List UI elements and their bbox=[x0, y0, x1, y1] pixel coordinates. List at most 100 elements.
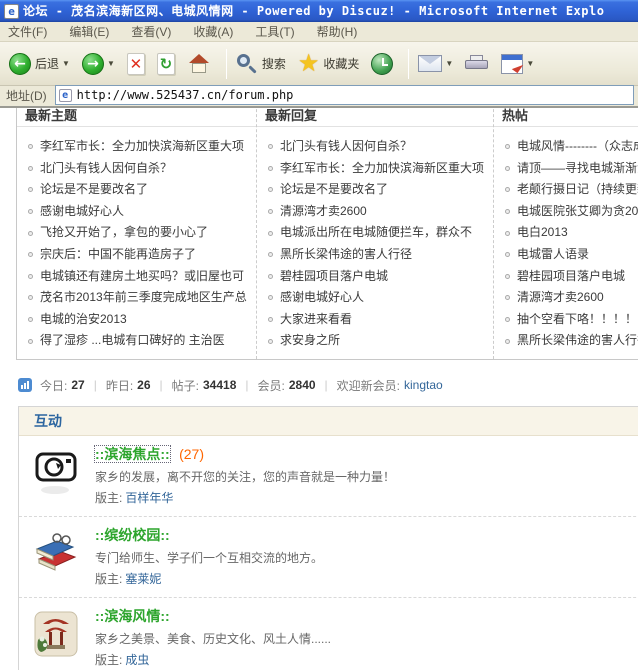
history-button[interactable] bbox=[368, 46, 396, 82]
forward-dropdown-icon[interactable]: ▼ bbox=[107, 59, 115, 68]
topic-item[interactable]: 老颠行摄日记（持续更新 bbox=[505, 179, 638, 201]
topic-link[interactable]: 清源湾才卖2600 bbox=[280, 201, 367, 223]
refresh-button[interactable]: ↻ bbox=[154, 46, 178, 82]
topic-item[interactable]: 北门头有钱人因何自杀？ bbox=[268, 136, 489, 158]
topic-item[interactable]: 论坛是不是要改名了 bbox=[268, 179, 489, 201]
topic-link[interactable]: 李红军市长：全力加快滨海新区重大项 bbox=[280, 158, 484, 180]
topic-item[interactable]: 电城派出所在电城随便拦车，群众不 bbox=[268, 222, 489, 244]
topic-item[interactable]: 电城镇还有建房土地买吗？或旧屋也可 bbox=[28, 266, 252, 288]
topic-link[interactable]: 清源湾才卖2600 bbox=[517, 287, 604, 309]
edit-button[interactable]: ▼ bbox=[498, 46, 537, 82]
section-header[interactable]: 互动 bbox=[19, 407, 638, 436]
topic-item[interactable]: 碧桂园项目落户电城 bbox=[268, 266, 489, 288]
menu-tools[interactable]: 工具(T) bbox=[255, 23, 294, 40]
topic-item[interactable]: 求安身之所 bbox=[268, 330, 489, 352]
topic-item[interactable]: 得了湿疹 ...电城有口碑好的 主治医 bbox=[28, 330, 252, 352]
topic-item[interactable]: 黑所长梁伟途的害人行径 bbox=[268, 244, 489, 266]
topic-item[interactable]: 请顶——寻找电城渐渐消 bbox=[505, 158, 638, 180]
forum-link-binhai-charm[interactable]: ::滨海风情:: bbox=[95, 608, 170, 624]
topic-item[interactable]: 宗庆后：中国不能再造房子了 bbox=[28, 244, 252, 266]
topic-link[interactable]: 电白2013 bbox=[517, 222, 568, 244]
topic-link[interactable]: 论坛是不是要改名了 bbox=[280, 179, 388, 201]
topic-item[interactable]: 电城风情--------（众志成 bbox=[505, 136, 638, 158]
pavilion-icon[interactable] bbox=[33, 610, 79, 658]
topic-link[interactable]: 电城医院张艾卿为贪20万 bbox=[517, 201, 638, 223]
camera-icon[interactable] bbox=[33, 448, 79, 496]
topic-link[interactable]: 老颠行摄日记（持续更新 bbox=[517, 179, 638, 201]
url-text[interactable]: http://www.525437.cn/forum.php bbox=[77, 88, 294, 102]
topic-item[interactable]: 电白2013 bbox=[505, 222, 638, 244]
mail-dropdown-icon[interactable]: ▼ bbox=[445, 59, 453, 68]
address-input[interactable]: e http://www.525437.cn/forum.php bbox=[55, 85, 634, 105]
topic-item[interactable]: 飞抢又开始了，拿包的要小心了 bbox=[28, 222, 252, 244]
section-title[interactable]: 互动 bbox=[34, 413, 62, 429]
topic-link[interactable]: 感谢电城好心人 bbox=[40, 201, 124, 223]
menu-view[interactable]: 查看(V) bbox=[131, 23, 171, 40]
forum-description: 专门给师生、学子们一个互相交流的地方。 bbox=[95, 550, 323, 566]
mail-button[interactable]: ▼ bbox=[415, 46, 456, 82]
newest-member-link[interactable]: kingtao bbox=[404, 378, 443, 392]
panel-header-latest-replies[interactable]: 最新回复 bbox=[257, 108, 493, 127]
moderator-link[interactable]: 塞莱妮 bbox=[125, 572, 161, 586]
favorites-button[interactable]: ★ 收藏夹 bbox=[295, 46, 363, 82]
topic-item[interactable]: 清源湾才卖2600 bbox=[268, 201, 489, 223]
topic-link[interactable]: 电城派出所在电城随便拦车，群众不 bbox=[280, 222, 472, 244]
topic-link[interactable]: 碧桂园项目落户电城 bbox=[517, 266, 625, 288]
menu-help[interactable]: 帮助(H) bbox=[317, 23, 358, 40]
topic-link[interactable]: 北门头有钱人因何自杀？ bbox=[40, 158, 172, 180]
topic-item[interactable]: 李红军市长：全力加快滨海新区重大项 bbox=[268, 158, 489, 180]
back-button[interactable]: ← 后退 ▼ bbox=[6, 46, 73, 82]
topic-link[interactable]: 感谢电城好心人 bbox=[280, 287, 364, 309]
topic-link[interactable]: 碧桂园项目落户电城 bbox=[280, 266, 388, 288]
topic-link[interactable]: 得了湿疹 ...电城有口碑好的 主治医 bbox=[40, 330, 225, 352]
topic-item[interactable]: 黑所长梁伟途的害人行径 bbox=[505, 330, 638, 352]
topic-item[interactable]: 碧桂园项目落户电城 bbox=[505, 266, 638, 288]
topic-link[interactable]: 黑所长梁伟途的害人行径 bbox=[280, 244, 412, 266]
topic-link[interactable]: 茂名市2013年前三季度完成地区生产总 bbox=[40, 287, 247, 309]
topic-link[interactable]: 飞抢又开始了，拿包的要小心了 bbox=[40, 222, 208, 244]
topic-link[interactable]: 宗庆后：中国不能再造房子了 bbox=[40, 244, 196, 266]
topic-item[interactable]: 电城雷人语录 bbox=[505, 244, 638, 266]
print-button[interactable] bbox=[462, 46, 492, 82]
menu-file[interactable]: 文件(F) bbox=[8, 23, 47, 40]
home-button[interactable] bbox=[184, 46, 214, 82]
panel-header-latest-topics[interactable]: 最新主题 bbox=[17, 108, 256, 127]
topic-item[interactable]: 北门头有钱人因何自杀？ bbox=[28, 158, 252, 180]
moderator-link[interactable]: 百样年华 bbox=[125, 491, 173, 505]
menu-edit[interactable]: 编辑(E) bbox=[69, 23, 109, 40]
topic-link[interactable]: 论坛是不是要改名了 bbox=[40, 179, 148, 201]
back-dropdown-icon[interactable]: ▼ bbox=[62, 59, 70, 68]
menu-favorites[interactable]: 收藏(A) bbox=[193, 23, 233, 40]
topic-link[interactable]: 电城雷人语录 bbox=[517, 244, 589, 266]
topic-link[interactable]: 电城风情--------（众志成 bbox=[517, 136, 638, 158]
topic-link[interactable]: 求安身之所 bbox=[280, 330, 340, 352]
topic-item[interactable]: 清源湾才卖2600 bbox=[505, 287, 638, 309]
panel-header-hot-posts[interactable]: 热帖 bbox=[494, 108, 638, 127]
topic-link[interactable]: 电城的治安2013 bbox=[40, 309, 127, 331]
topic-item[interactable]: 感谢电城好心人 bbox=[28, 201, 252, 223]
search-button[interactable]: 搜索 bbox=[233, 46, 289, 82]
forum-link-binhai-focus[interactable]: ::滨海焦点:: bbox=[95, 446, 170, 462]
today-count: 27 bbox=[71, 378, 84, 392]
topic-item[interactable]: 感谢电城好心人 bbox=[268, 287, 489, 309]
stop-button[interactable]: ✕ bbox=[124, 46, 148, 82]
topic-link[interactable]: 请顶——寻找电城渐渐消 bbox=[517, 158, 638, 180]
topic-item[interactable]: 抽个空看下咯！！！！ bbox=[505, 309, 638, 331]
topic-item[interactable]: 电城医院张艾卿为贪20万 bbox=[505, 201, 638, 223]
topic-link[interactable]: 电城镇还有建房土地买吗？或旧屋也可 bbox=[40, 266, 244, 288]
topic-link[interactable]: 抽个空看下咯！！！！ bbox=[517, 309, 637, 331]
topic-item[interactable]: 大家进来看看 bbox=[268, 309, 489, 331]
topic-link[interactable]: 李红军市长：全力加快滨海新区重大项 bbox=[40, 136, 244, 158]
forward-button[interactable]: → ▼ bbox=[79, 46, 118, 82]
books-icon[interactable] bbox=[33, 529, 79, 577]
topic-link[interactable]: 北门头有钱人因何自杀？ bbox=[280, 136, 412, 158]
topic-item[interactable]: 茂名市2013年前三季度完成地区生产总 bbox=[28, 287, 252, 309]
topic-item[interactable]: 电城的治安2013 bbox=[28, 309, 252, 331]
topic-item[interactable]: 李红军市长：全力加快滨海新区重大项 bbox=[28, 136, 252, 158]
edit-dropdown-icon[interactable]: ▼ bbox=[526, 59, 534, 68]
forum-link-campus[interactable]: ::缤纷校园:: bbox=[95, 527, 170, 543]
topic-link[interactable]: 大家进来看看 bbox=[280, 309, 352, 331]
moderator-link[interactable]: 成虫 bbox=[125, 653, 149, 667]
topic-item[interactable]: 论坛是不是要改名了 bbox=[28, 179, 252, 201]
topic-link[interactable]: 黑所长梁伟途的害人行径 bbox=[517, 330, 638, 352]
